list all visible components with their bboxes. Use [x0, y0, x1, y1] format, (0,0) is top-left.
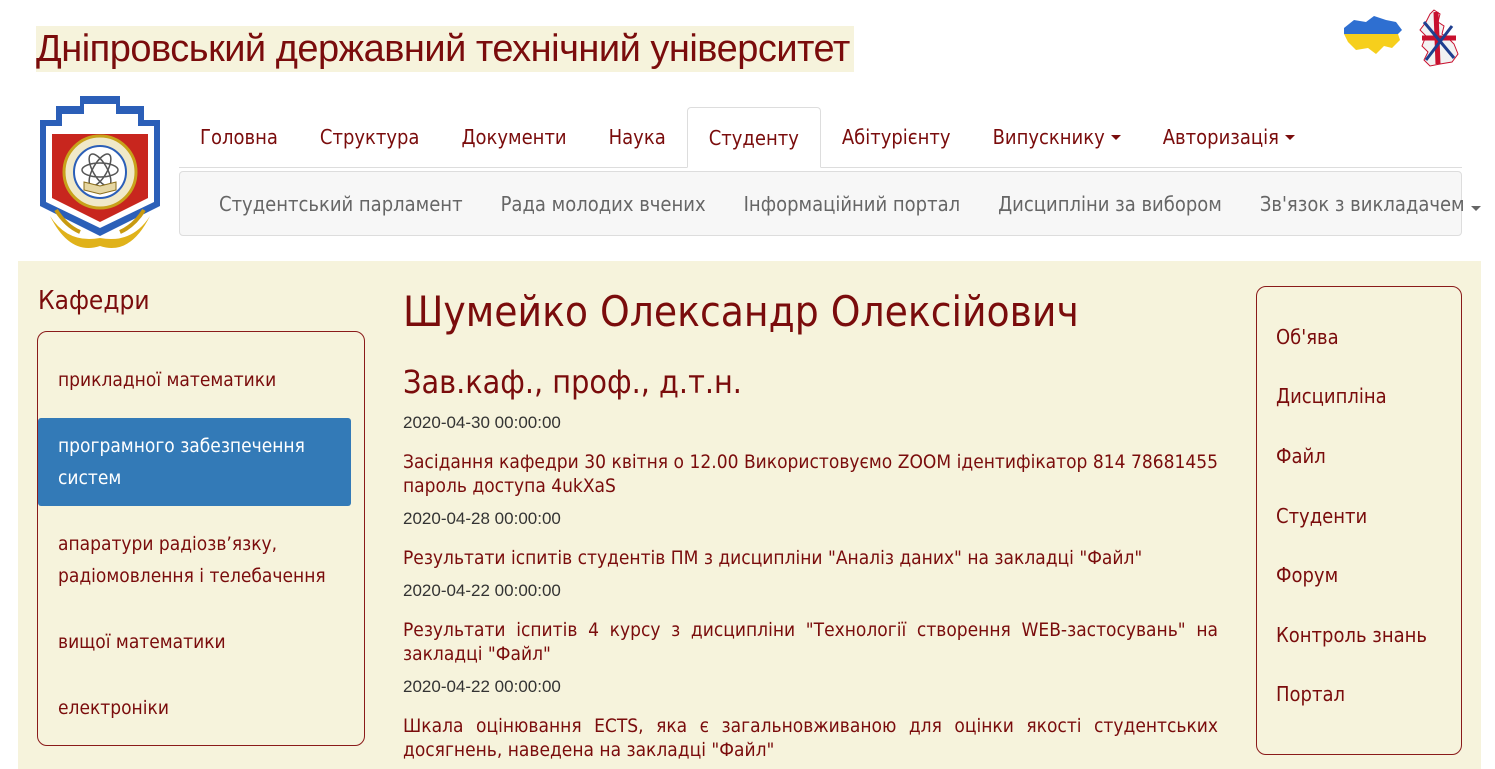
- nav-login-dropdown[interactable]: Авторизація: [1142, 107, 1316, 167]
- nav-applicant-label: Абітурієнту: [841, 125, 951, 149]
- news-item-link[interactable]: Засідання кафедри 30 квітня о 12.00 Вико…: [403, 450, 1218, 498]
- nav-applicant[interactable]: Абітурієнту: [821, 107, 972, 167]
- subnav-student-parliament[interactable]: Студентський парламент: [200, 192, 482, 216]
- nav-structure[interactable]: Структура: [299, 107, 441, 167]
- caret-down-icon: [1470, 205, 1481, 211]
- departments-list: прикладної математики програмного забезп…: [37, 331, 365, 746]
- nav-documents-label: Документи: [461, 125, 567, 149]
- nav-structure-label: Структура: [319, 125, 420, 149]
- news-date: 2020-04-30 00:00:00: [403, 413, 561, 432]
- subnav-elective-disciplines[interactable]: Дисципліни за вибором: [979, 192, 1241, 216]
- main-nav: Головна Структура Документи Наука Студен…: [179, 107, 1462, 168]
- person-title: Зав.каф., проф., д.т.н.: [403, 363, 742, 401]
- nav-home-label: Головна: [200, 125, 278, 149]
- nav-student[interactable]: Студенту: [686, 107, 821, 168]
- subnav-contact-teacher-label: Зв'язок з викладачем: [1259, 191, 1465, 216]
- subnav-young-scientists[interactable]: Рада молодих вчених: [482, 192, 725, 216]
- person-side-menu: Об'ява Дисципліна Файл Студенти Форум Ко…: [1256, 286, 1462, 755]
- nav-graduate-label: Випускнику: [992, 125, 1105, 149]
- department-item[interactable]: електроніки: [38, 680, 364, 736]
- nav-science[interactable]: Наука: [588, 107, 687, 167]
- person-content: Шумейко Олександр Олексійович Зав.каф., …: [403, 286, 1218, 762]
- nav-science-label: Наука: [608, 125, 666, 149]
- subnav-info-portal[interactable]: Інформаційний портал: [725, 192, 979, 216]
- nav-graduate-dropdown[interactable]: Випускнику: [972, 107, 1142, 167]
- news-date: 2020-04-22 00:00:00: [403, 581, 561, 600]
- side-menu-knowledge-control[interactable]: Контроль знань: [1276, 605, 1461, 665]
- person-name: Шумейко Олександр Олексійович: [403, 287, 1079, 336]
- side-menu-file[interactable]: Файл: [1276, 426, 1461, 486]
- nav-login-label: Авторизація: [1162, 125, 1279, 149]
- department-item-active[interactable]: програмного забезпечення систем: [38, 418, 351, 506]
- ukraine-flag-icon[interactable]: [1340, 8, 1404, 58]
- nav-documents[interactable]: Документи: [440, 107, 587, 167]
- uk-flag-icon[interactable]: [1414, 8, 1462, 68]
- news-item-link[interactable]: Шкала оцінювання ECTS, яка є загальновжи…: [403, 714, 1218, 762]
- departments-heading: Кафедри: [38, 286, 150, 316]
- department-item[interactable]: прикладної математики: [38, 352, 364, 408]
- department-item[interactable]: вищої математики: [38, 614, 364, 670]
- subnav-contact-teacher-dropdown[interactable]: Зв'язок з викладачем: [1241, 192, 1495, 216]
- side-menu-forum[interactable]: Форум: [1276, 545, 1461, 605]
- student-sub-nav: Студентський парламент Рада молодих вчен…: [179, 171, 1481, 236]
- nav-student-label: Студенту: [708, 125, 799, 150]
- side-menu-announcement[interactable]: Об'ява: [1276, 307, 1461, 367]
- news-date: 2020-04-22 00:00:00: [403, 677, 561, 696]
- university-logo[interactable]: [36, 86, 164, 256]
- nav-home[interactable]: Головна: [179, 107, 299, 167]
- side-menu-students[interactable]: Студенти: [1276, 486, 1461, 546]
- side-menu-portal[interactable]: Портал: [1276, 665, 1461, 725]
- site-title: Дніпровський державний технічний універс…: [36, 26, 854, 72]
- news-item-link[interactable]: Результати іспитів 4 курсу з дисципліни …: [403, 618, 1218, 666]
- caret-down-icon: [1110, 134, 1121, 140]
- department-item[interactable]: апаратури радіозв’язку, радіомовлення і …: [38, 516, 364, 604]
- news-date: 2020-04-28 00:00:00: [403, 509, 561, 528]
- side-menu-discipline[interactable]: Дисципліна: [1276, 367, 1461, 427]
- news-item-link[interactable]: Результати іспитів студентів ПМ з дисцип…: [403, 546, 1218, 570]
- caret-down-icon: [1284, 134, 1295, 140]
